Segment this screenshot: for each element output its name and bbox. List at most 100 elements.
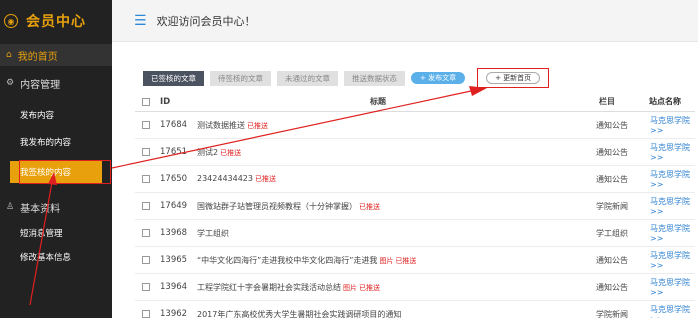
sidebar-item-label: 我的首页 <box>17 51 58 63</box>
status-badge: 已推送 <box>359 202 380 211</box>
table-row: 13962 2017年广东高校优秀大学生暑期社会实践调研项目的通知 学院新闻 马克思学… <box>135 301 695 318</box>
highlight-box: + 更新首页 <box>477 68 550 88</box>
row-checkbox[interactable] <box>142 148 150 156</box>
articles-table: ID 标题 栏目 站点名称 17684 测试数据推送 已推送 通知公告 马克思学院>> 1… <box>135 92 695 318</box>
row-checkbox[interactable] <box>142 121 150 129</box>
row-column: 学院新闻 <box>596 309 628 318</box>
header-column: 栏目 <box>599 97 615 106</box>
table-row: 17684 测试数据推送 已推送 通知公告 马克思学院>> <box>135 112 695 139</box>
row-column: 学工组织 <box>596 228 628 238</box>
table-row: 17651 测试2 已推送 通知公告 马克思学院>> <box>135 139 695 166</box>
row-id: 13964 <box>160 282 188 292</box>
row-site-link[interactable]: 马克思学院>> <box>650 115 695 135</box>
sidebar-item-edit-info[interactable]: 修改基本信息 <box>0 246 112 268</box>
table-row: 17650 23424434423 已推送 通知公告 马克思学院>> <box>135 166 695 193</box>
status-badge: 已推送 <box>255 175 276 183</box>
status-badge: 已推送 <box>247 121 268 130</box>
table-header: ID 标题 栏目 站点名称 <box>135 92 695 112</box>
tab-push-status[interactable]: 推送数据状态 <box>344 70 405 86</box>
header-title: 标题 <box>370 97 386 106</box>
row-id: 17651 <box>160 147 188 157</box>
sidebar-group-content[interactable]: ⚙ 内容管理 <box>0 72 112 94</box>
select-all-checkbox[interactable] <box>142 97 150 106</box>
row-title-cell[interactable]: 国微站群子站管理员视频教程（十分钟掌握） 已推送 <box>197 201 380 212</box>
row-title[interactable]: 23424434423 <box>197 174 253 183</box>
row-title-cell[interactable]: 23424434423 已推送 <box>197 174 276 184</box>
status-badge: 已推送 <box>395 256 417 265</box>
row-title[interactable]: “中华文化四海行”走进我校中华文化四海行”走进我 <box>197 256 377 265</box>
sidebar-group-label: 内容管理 <box>20 79 61 91</box>
row-id: 17684 <box>160 120 188 130</box>
row-checkbox[interactable] <box>142 283 150 291</box>
status-badge: 图片 <box>379 256 394 265</box>
user-circle-icon: ◉ <box>4 14 18 28</box>
row-column: 通知公告 <box>596 174 628 184</box>
row-site-link[interactable]: 马克思学院>> <box>650 223 695 243</box>
user-icon: ♙ <box>6 202 15 212</box>
row-checkbox[interactable] <box>142 310 150 318</box>
header: ☰ 欢迎访问会员中心！ <box>112 0 698 42</box>
row-title[interactable]: 测试2 <box>197 148 218 157</box>
row-site-link[interactable]: 马克思学院>> <box>650 250 695 270</box>
row-title[interactable]: 2017年广东高校优秀大学生暑期社会实践调研项目的通知 <box>197 310 401 318</box>
sidebar-item-home[interactable]: ⌂ 我的首页 <box>0 44 112 66</box>
row-site-link[interactable]: 马克思学院>> <box>650 277 695 297</box>
table-row: 13964 工程学院红十字会暑期社会实践活动总结 图片 已推送 通知公告 马克思学院>> <box>135 274 695 301</box>
row-column: 通知公告 <box>596 282 628 292</box>
table-row: 17649 国微站群子站管理员视频教程（十分钟掌握） 已推送 学院新闻 马克思学院>> <box>135 193 695 220</box>
table-row: 13968 学工组织 学工组织 马克思学院>> <box>135 220 695 247</box>
sidebar-item-my-published[interactable]: 我发布的内容 <box>0 131 112 153</box>
table-row: 13965 “中华文化四海行”走进我校中华文化四海行”走进我 图片 已推送 通知公告 马克… <box>135 247 695 274</box>
row-site-link[interactable]: 马克思学院>> <box>650 142 695 162</box>
sidebar-item-publish[interactable]: 发布内容 <box>0 104 112 126</box>
brand: ◉ 会员中心 <box>0 0 112 42</box>
sidebar-item-label: 我发布的内容 <box>20 138 72 148</box>
row-title[interactable]: 国微站群子站管理员视频教程（十分钟掌握） <box>197 202 357 211</box>
row-title[interactable]: 测试数据推送 <box>197 121 245 130</box>
row-checkbox[interactable] <box>142 229 150 237</box>
tab-pending[interactable]: 待签核的文章 <box>210 70 271 86</box>
row-id: 13962 <box>160 309 188 318</box>
welcome-text: 欢迎访问会员中心！ <box>156 14 256 28</box>
header-id: ID <box>160 96 171 107</box>
row-site-link[interactable]: 马克思学院>> <box>650 196 695 216</box>
tab-bar: 已签核的文章 待签核的文章 未通过的文章 推送数据状态 + 发布文章 + 更新首… <box>143 68 550 88</box>
row-column: 通知公告 <box>596 255 628 265</box>
update-homepage-button[interactable]: + 更新首页 <box>486 72 541 84</box>
row-title-cell[interactable]: “中华文化四海行”走进我校中华文化四海行”走进我 图片 已推送 <box>197 255 416 266</box>
row-column: 通知公告 <box>596 147 628 157</box>
row-column: 通知公告 <box>596 120 628 130</box>
status-badge: 已推送 <box>359 283 380 292</box>
sidebar-item-label: 短消息管理 <box>20 229 63 239</box>
row-title-cell[interactable]: 测试2 已推送 <box>197 147 241 158</box>
row-title-cell[interactable]: 2017年广东高校优秀大学生暑期社会实践调研项目的通知 <box>197 309 401 318</box>
row-id: 13965 <box>160 255 188 265</box>
menu-list-icon[interactable]: ☰ <box>134 13 147 29</box>
row-id: 17650 <box>160 174 188 184</box>
sidebar-group-profile[interactable]: ♙ 基本资料 <box>0 196 112 218</box>
publish-article-button[interactable]: + 发布文章 <box>411 72 466 84</box>
row-site-link[interactable]: 马克思学院>> <box>650 304 695 318</box>
tab-rejected[interactable]: 未通过的文章 <box>277 70 338 86</box>
sidebar-item-label: 发布内容 <box>20 111 55 121</box>
row-checkbox[interactable] <box>142 175 150 183</box>
row-checkbox[interactable] <box>142 256 150 264</box>
tab-signed[interactable]: 已签核的文章 <box>143 70 204 86</box>
row-id: 13968 <box>160 228 188 238</box>
highlight-box <box>19 160 111 184</box>
row-checkbox[interactable] <box>142 202 150 210</box>
row-title[interactable]: 工程学院红十字会暑期社会实践活动总结 <box>197 283 341 292</box>
home-icon: ⌂ <box>6 50 12 60</box>
header-site: 站点名称 <box>649 97 681 106</box>
row-column: 学院新闻 <box>596 201 628 211</box>
gear-icon: ⚙ <box>6 78 15 88</box>
row-title-cell[interactable]: 学工组织 <box>197 228 229 239</box>
row-title-cell[interactable]: 工程学院红十字会暑期社会实践活动总结 图片 已推送 <box>197 282 380 293</box>
sidebar-group-label: 基本资料 <box>20 203 61 215</box>
sidebar-item-messages[interactable]: 短消息管理 <box>0 222 112 244</box>
status-badge: 已推送 <box>220 148 242 157</box>
row-site-link[interactable]: 马克思学院>> <box>650 169 695 189</box>
row-title[interactable]: 学工组织 <box>197 229 229 238</box>
sidebar-item-label: 修改基本信息 <box>20 253 72 263</box>
row-title-cell[interactable]: 测试数据推送 已推送 <box>197 120 268 131</box>
